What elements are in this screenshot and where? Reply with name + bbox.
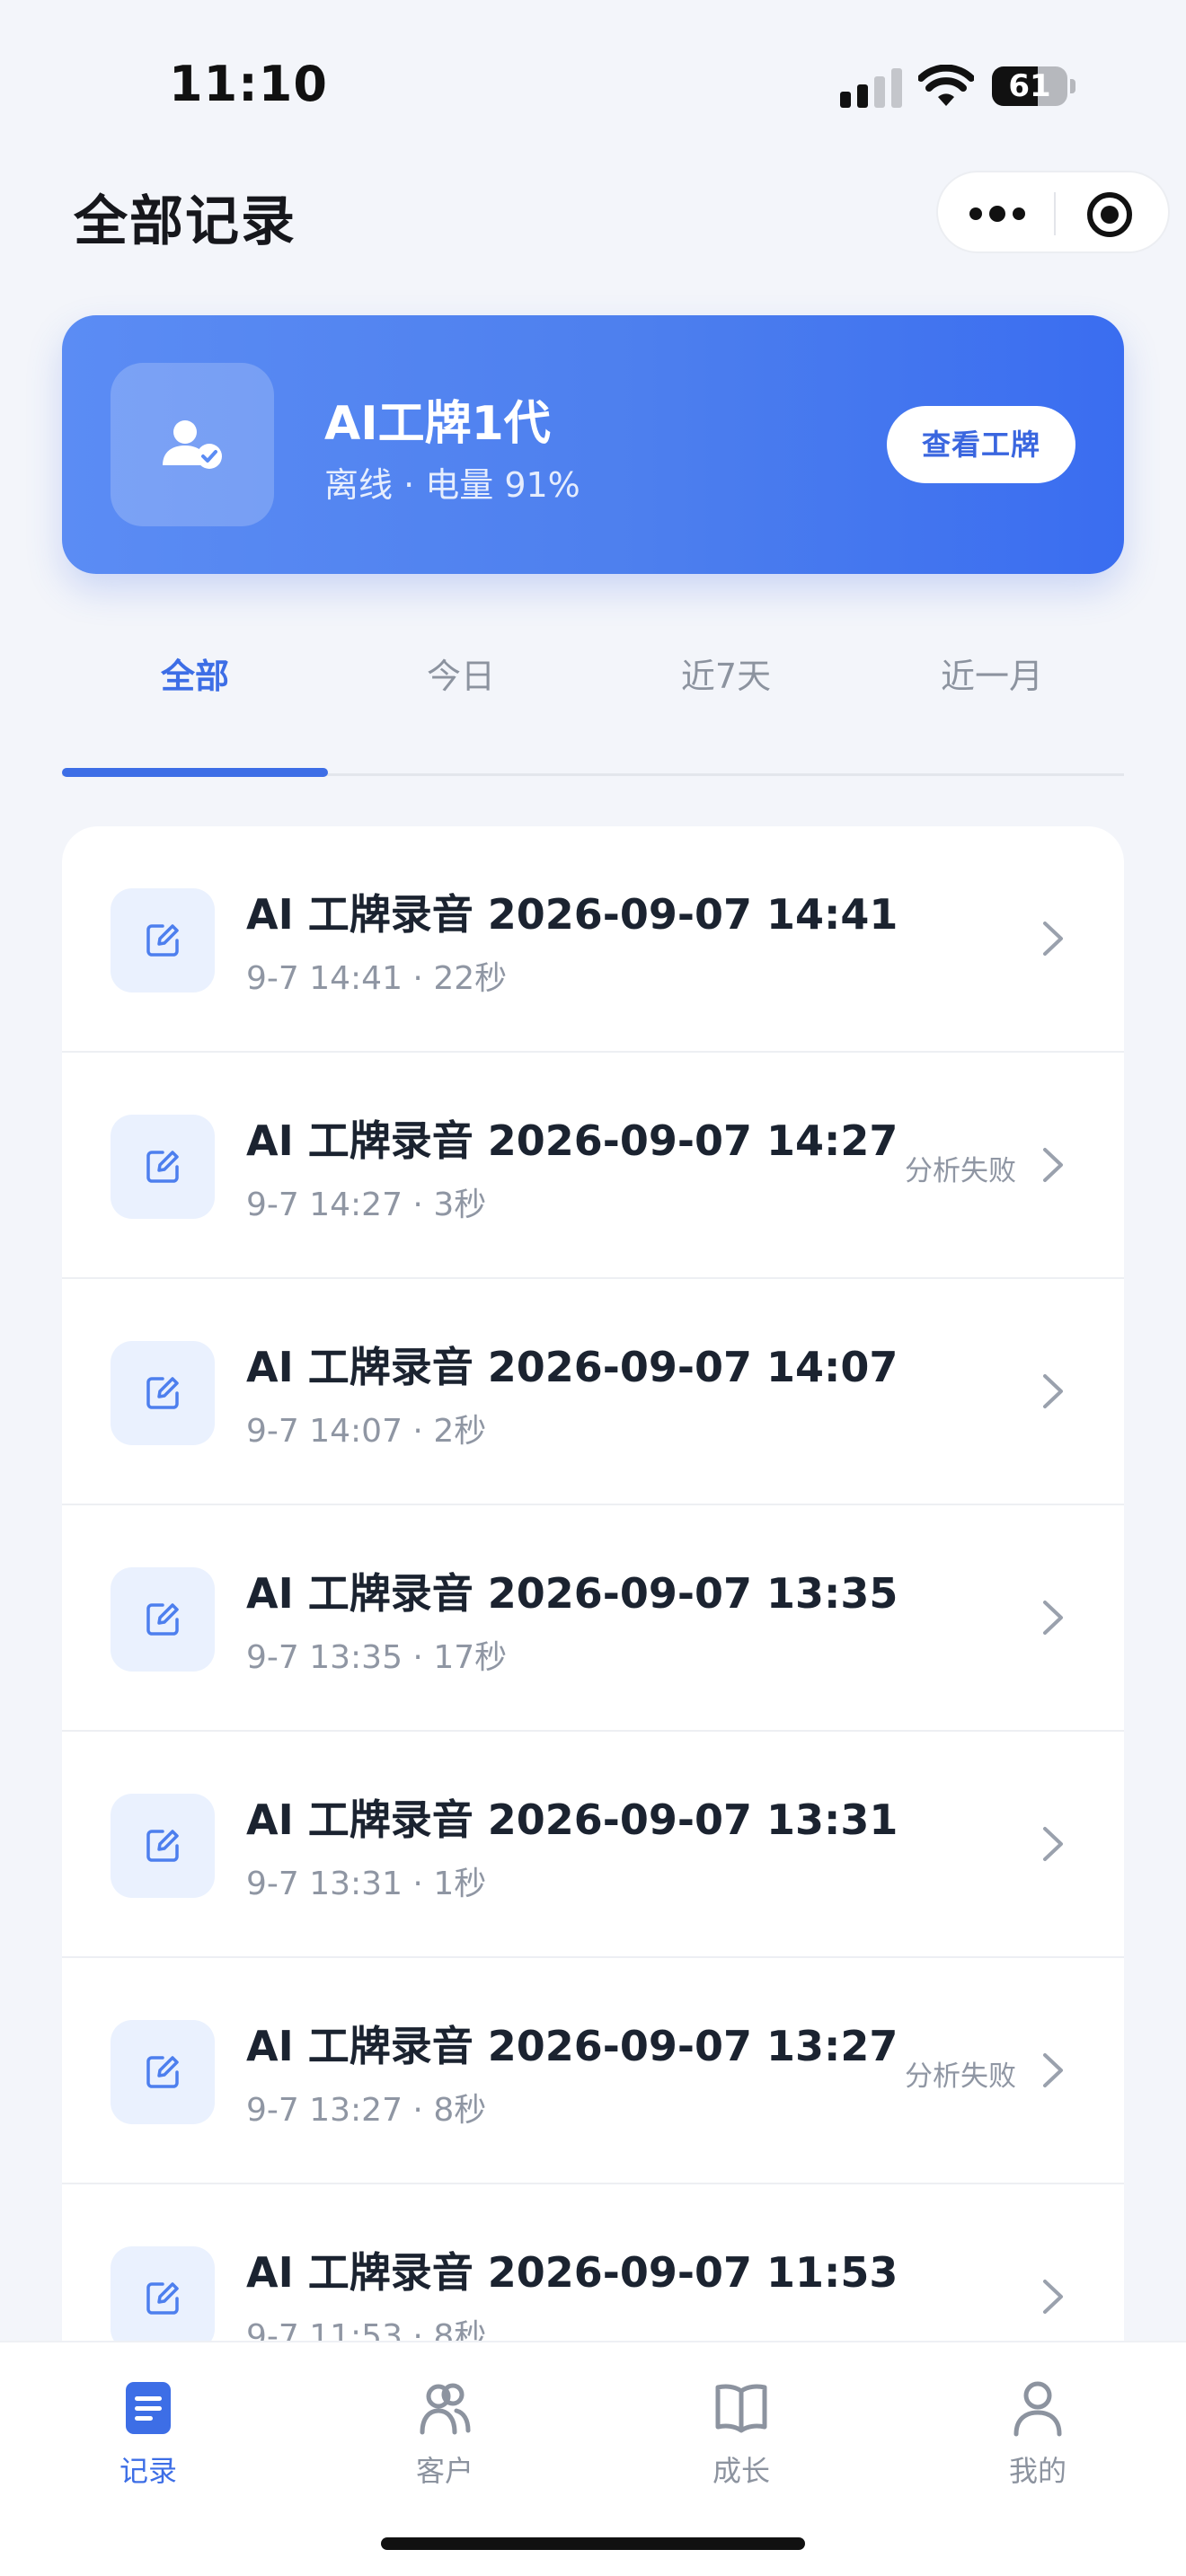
record-subtitle: 9-7 13:27 · 8秒 [246,2092,487,2129]
document-icon [126,2382,171,2434]
badge-card: AI工牌1代 离线 · 电量 91% 查看工牌 [62,315,1124,574]
record-title: AI 工牌录音 2026-09-07 13:27 [246,2022,898,2070]
record-icon [111,888,215,992]
record-title: AI 工牌录音 2026-09-07 11:53 [246,2248,898,2297]
record-subtitle: 9-7 14:27 · 3秒 [246,1187,487,1223]
chevron-right-icon [1043,2053,1063,2087]
edit-icon [146,2056,179,2088]
list-item[interactable]: AI 工牌录音 2026-09-07 13:31 9-7 13:31 · 1秒 [62,1732,1124,1958]
battery-level-text: 61 [1008,68,1051,104]
nav-label: 记录 [119,2454,177,2488]
nav-label: 成长 [712,2454,770,2488]
page: 11:10 61 全部记录 AI工牌1代 离线 · 电量 91% 查看工牌 全部… [0,0,1186,2576]
record-tag: 分析失败 [905,1155,1016,1187]
chevron-right-icon [1043,1827,1063,1861]
record-title: AI 工牌录音 2026-09-07 14:41 [246,890,898,939]
list-item[interactable]: AI 工牌录音 2026-09-07 13:27 9-7 13:27 · 8秒 … [62,1958,1124,2184]
list-item[interactable]: AI 工牌录音 2026-09-07 14:41 9-7 14:41 · 22秒 [62,826,1124,1053]
record-icon [111,2246,215,2351]
chevron-right-icon [1043,1374,1063,1408]
edit-icon [146,924,179,957]
record-icon [111,2020,215,2124]
wifi-icon [918,65,974,106]
record-title: AI 工牌录音 2026-09-07 14:07 [246,1343,898,1391]
nav-customers[interactable]: 客户 [296,2360,593,2504]
tab-indicator [62,768,328,777]
badge-status: 离线 · 电量 91% [324,465,580,505]
record-tag: 分析失败 [905,2060,1016,2093]
list-item[interactable]: AI 工牌录音 2026-09-07 14:27 9-7 14:27 · 3秒 … [62,1053,1124,1279]
chevron-right-icon [1043,922,1063,956]
list-item[interactable]: AI 工牌录音 2026-09-07 13:35 9-7 13:35 · 17秒 [62,1505,1124,1732]
record-subtitle: 9-7 14:41 · 22秒 [246,960,508,997]
nav-label: 客户 [415,2454,474,2488]
record-list: AI 工牌录音 2026-09-07 14:41 9-7 14:41 · 22秒… [62,826,1124,2353]
record-subtitle: 9-7 14:07 · 2秒 [246,1413,487,1450]
record-title: AI 工牌录音 2026-09-07 13:31 [246,1795,898,1844]
record-title: AI 工牌录音 2026-09-07 13:35 [246,1569,898,1618]
book-icon [715,2384,767,2433]
nav-records[interactable]: 记录 [0,2360,296,2504]
nav-label: 我的 [1008,2454,1067,2488]
capsule-divider [1054,192,1056,235]
target-circle-icon[interactable] [1085,190,1134,239]
nav-mine[interactable]: 我的 [890,2360,1186,2504]
view-badge-button[interactable]: 查看工牌 [887,406,1075,483]
record-icon [111,1794,215,1898]
edit-icon [146,1830,179,1862]
list-item[interactable]: AI 工牌录音 2026-09-07 14:07 9-7 14:07 · 2秒 [62,1279,1124,1505]
record-title: AI 工牌录音 2026-09-07 14:27 [246,1116,898,1165]
record-subtitle: 9-7 13:35 · 17秒 [246,1639,508,1676]
record-icon [111,1567,215,1672]
record-icon [111,1115,215,1219]
user-icon [1013,2381,1062,2437]
page-title: 全部记录 [74,190,296,253]
record-subtitle: 9-7 13:31 · 1秒 [246,1866,487,1902]
status-time: 11:10 [169,56,328,112]
person-check-icon [163,420,222,469]
badge-name: AI工牌1代 [324,397,551,451]
tab-today[interactable]: 今日 [328,648,594,698]
chevron-right-icon [1043,1148,1063,1182]
users-icon [420,2383,471,2435]
mini-program-capsule [936,171,1170,253]
badge-avatar [111,363,274,526]
edit-icon [146,1151,179,1183]
tab-month[interactable]: 近一月 [859,648,1125,698]
cellular-signal-icon [840,68,902,108]
nav-growth[interactable]: 成长 [593,2360,890,2504]
edit-icon [146,1377,179,1409]
battery-icon: 61 [992,66,1075,106]
more-dots-icon[interactable] [965,196,1030,232]
home-indicator [381,2537,805,2550]
chevron-right-icon [1043,2280,1063,2314]
edit-icon [146,1603,179,1636]
record-icon [111,1341,215,1445]
edit-icon [146,2282,179,2315]
tab-all[interactable]: 全部 [62,648,328,698]
chevron-right-icon [1043,1601,1063,1635]
tab-7-days[interactable]: 近7天 [593,648,859,698]
list-item[interactable]: AI 工牌录音 2026-09-07 11:53 9-7 11:53 · 8秒 [62,2184,1124,2353]
